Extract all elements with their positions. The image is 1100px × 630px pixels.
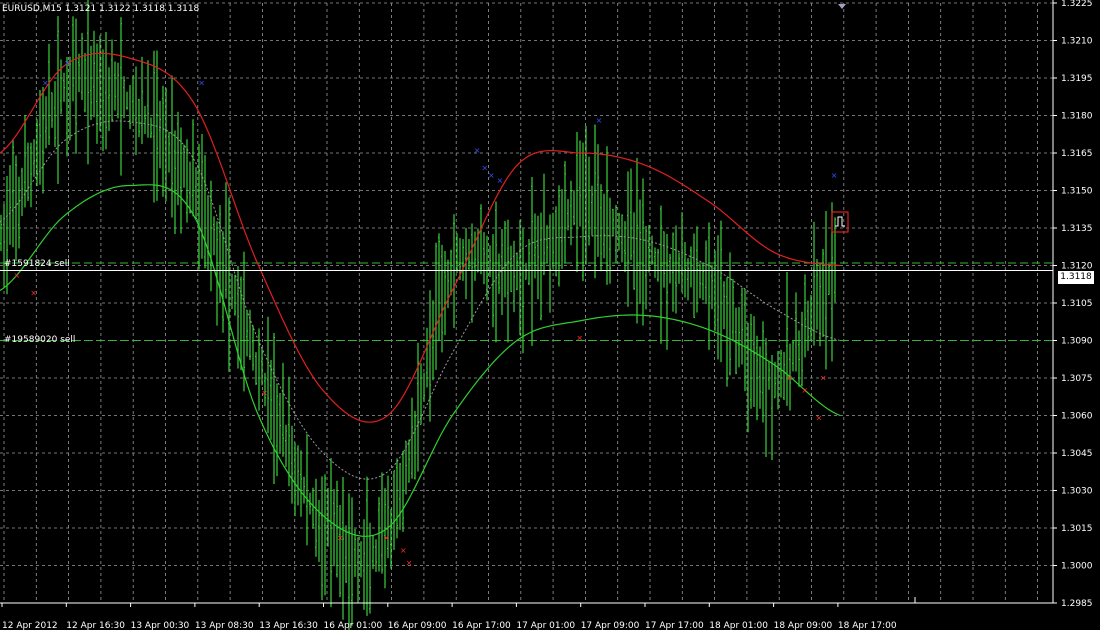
price-tick-label: 1.3135 bbox=[1061, 224, 1093, 234]
time-tick-label: 12 Apr 16:30 bbox=[66, 621, 125, 630]
order-label-1: #1591824 sell bbox=[4, 259, 70, 269]
price-tick-label: 1.3180 bbox=[1061, 112, 1093, 122]
time-tick-label: 16 Apr 17:00 bbox=[452, 621, 511, 630]
order-label-2: #19589020 sell bbox=[4, 335, 76, 345]
sell-marker: × bbox=[337, 534, 344, 543]
time-tick-label: 17 Apr 17:00 bbox=[645, 621, 704, 630]
price-tick-label: 1.3105 bbox=[1061, 299, 1093, 309]
price-tick-label: 1.3060 bbox=[1061, 412, 1093, 422]
buy-marker: × bbox=[596, 116, 603, 125]
symbol-label: EURUSD,M15 bbox=[2, 4, 62, 14]
time-tick-label: 16 Apr 01:00 bbox=[324, 621, 383, 630]
price-tick-label: 1.3075 bbox=[1061, 374, 1093, 384]
price-tick-label: 1.3120 bbox=[1061, 262, 1093, 272]
price-tick-label: 1.3150 bbox=[1061, 187, 1093, 197]
sell-marker: × bbox=[383, 534, 390, 543]
ohlc-label: 1.3121 1.3122 1.3118 1.3118 bbox=[64, 4, 200, 14]
buy-marker: × bbox=[831, 171, 838, 180]
time-tick-label: 17 Apr 01:00 bbox=[516, 621, 575, 630]
price-chart[interactable]: ××××××××××××× ×××××××× 1.32251.32101.3195… bbox=[0, 0, 1100, 630]
time-tick-label: 18 Apr 09:00 bbox=[774, 621, 833, 630]
symbol-info: EURUSD,M15 1.3121 1.3122 1.3118 1.3118 bbox=[2, 4, 199, 14]
price-tick-label: 1.3045 bbox=[1061, 449, 1093, 459]
buy-marker: × bbox=[474, 146, 481, 155]
sell-marker: × bbox=[820, 374, 827, 383]
price-tick-label: 1.3195 bbox=[1061, 74, 1093, 84]
buy-marker: × bbox=[496, 176, 503, 185]
sell-marker: × bbox=[801, 386, 808, 395]
time-tick-label: 18 Apr 17:00 bbox=[838, 621, 897, 630]
buy-marker: × bbox=[198, 79, 205, 88]
buy-marker: × bbox=[42, 79, 49, 88]
sell-marker: × bbox=[13, 271, 20, 280]
sell-marker: × bbox=[400, 546, 407, 555]
time-tick-label: 13 Apr 00:30 bbox=[131, 621, 190, 630]
price-tick-label: 1.2985 bbox=[1061, 599, 1093, 609]
sell-marker: × bbox=[261, 389, 268, 398]
price-tick-label: 1.3210 bbox=[1061, 37, 1093, 47]
price-tick-label: 1.3165 bbox=[1061, 149, 1093, 159]
sell-marker: × bbox=[786, 374, 793, 383]
current-price-tag: 1.3118 bbox=[1058, 271, 1094, 284]
time-tick-label: 13 Apr 08:30 bbox=[195, 621, 254, 630]
price-tick-label: 1.3090 bbox=[1061, 337, 1093, 347]
time-tick-label: 16 Apr 09:00 bbox=[388, 621, 447, 630]
sell-marker: × bbox=[30, 289, 37, 298]
buy-marker: × bbox=[488, 171, 495, 180]
price-tick-label: 1.3015 bbox=[1061, 524, 1093, 534]
price-tick-label: 1.3000 bbox=[1061, 562, 1093, 572]
price-tick-label: 1.3030 bbox=[1061, 487, 1093, 497]
buy-marker: × bbox=[64, 59, 71, 68]
sell-marker: × bbox=[816, 414, 823, 423]
buy-marker: × bbox=[481, 164, 488, 173]
price-tick-label: 1.3225 bbox=[1061, 0, 1093, 9]
time-tick-label: 17 Apr 09:00 bbox=[581, 621, 640, 630]
time-tick-label: 13 Apr 16:30 bbox=[259, 621, 318, 630]
time-tick-label: 18 Apr 01:00 bbox=[709, 621, 768, 630]
time-tick-label: 12 Apr 2012 bbox=[2, 621, 58, 630]
sell-marker: × bbox=[406, 559, 413, 568]
sell-marker: × bbox=[576, 334, 583, 343]
